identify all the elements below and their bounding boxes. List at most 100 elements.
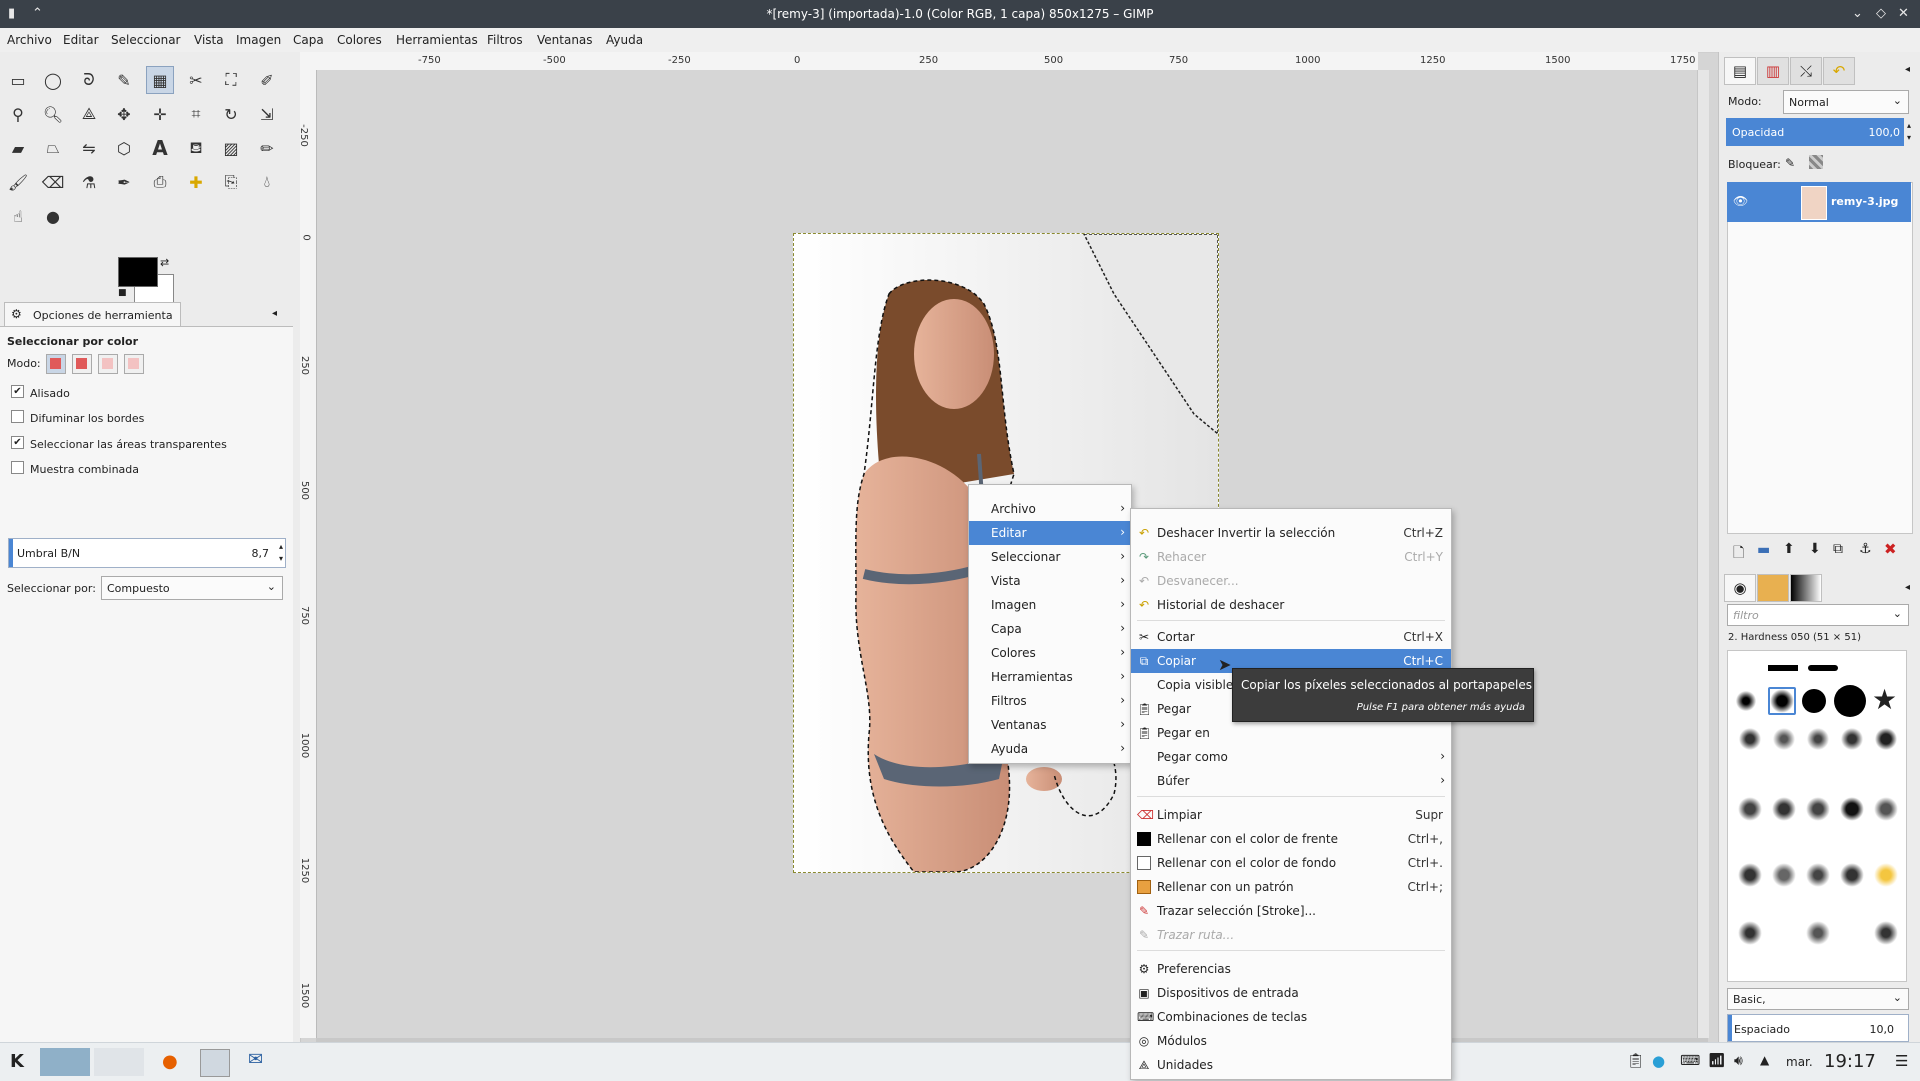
layer-row[interactable]: 👁︎ remy-3.jpg <box>1727 182 1911 222</box>
heal-icon[interactable]: ✚ <box>182 168 210 196</box>
keyboard-icon[interactable]: ⌨ <box>1680 1053 1700 1069</box>
ctx-ayuda[interactable]: Ayuda › <box>969 737 1131 761</box>
brush-item[interactable] <box>1840 727 1864 751</box>
brush-item[interactable] <box>1874 863 1898 887</box>
menu-ventanas[interactable]: Ventanas <box>537 33 593 47</box>
scissors-icon[interactable]: ✂ <box>182 66 210 94</box>
edit-undo-history[interactable]: ↶ Historial de deshacer <box>1131 593 1451 617</box>
edit-clear[interactable]: ⌫ Limpiar Supr <box>1131 803 1451 827</box>
smudge-icon[interactable]: ☝ <box>4 202 32 230</box>
mode-subtract-button[interactable] <box>98 354 118 374</box>
shear-icon[interactable]: ▰ <box>4 134 32 162</box>
ellipse-select-icon[interactable]: ◯ <box>39 66 67 94</box>
anchor-icon[interactable]: ⚓ <box>1859 541 1872 557</box>
mode-replace-button[interactable] <box>46 354 66 374</box>
tab-patterns[interactable] <box>1757 574 1789 602</box>
perspective-clone-icon[interactable]: ⎘ <box>217 168 245 196</box>
menu-herramientas[interactable]: Herramientas <box>396 33 478 47</box>
ctx-colores[interactable]: Colores › <box>969 641 1131 665</box>
pencil-icon[interactable]: ✏ <box>253 134 281 162</box>
menu-seleccionar[interactable]: Seleccionar <box>111 33 180 47</box>
tab-channels[interactable]: ▥ <box>1757 57 1789 85</box>
rect-select-icon[interactable]: ▭ <box>4 66 32 94</box>
menu-editar[interactable]: Editar <box>63 33 99 47</box>
cage-icon[interactable]: ⬡ <box>110 134 138 162</box>
brush-item[interactable] <box>1738 727 1762 751</box>
volume-icon[interactable]: 🔊︎ <box>1734 1053 1743 1069</box>
edit-modules[interactable]: ◎ Módulos <box>1131 1029 1451 1053</box>
ink-icon[interactable]: ✒ <box>110 168 138 196</box>
edit-cut[interactable]: ✂ Cortar Ctrl+X <box>1131 625 1451 649</box>
edit-input-devices[interactable]: ▣ Dispositivos de entrada <box>1131 981 1451 1005</box>
measure-icon[interactable]: ⟁ <box>75 100 103 128</box>
zoom-icon[interactable]: 🔍︎ <box>39 100 67 128</box>
desktop-pager-1[interactable] <box>40 1048 90 1076</box>
brush-item[interactable] <box>1840 863 1864 887</box>
feather-checkbox[interactable] <box>11 410 24 423</box>
select-by-combo[interactable]: Compuesto ⌄ <box>101 576 283 600</box>
threshold-spinner[interactable]: Umbral B/N 8,7 ▴ ▾ <box>8 538 286 568</box>
edit-fade[interactable]: ↶ Desvanecer... <box>1131 569 1451 593</box>
ctx-capa[interactable]: Capa › <box>969 617 1131 641</box>
clock-time[interactable]: 19:17 <box>1824 1051 1876 1072</box>
tab-brushes[interactable]: ◉ <box>1724 574 1756 602</box>
brush-item[interactable] <box>1768 687 1796 715</box>
foreground-color[interactable] <box>118 257 158 287</box>
edit-buffer[interactable]: Búfer › <box>1131 769 1451 793</box>
raise-layer-icon[interactable]: ⬆ <box>1783 541 1795 557</box>
brush-item[interactable] <box>1808 665 1838 671</box>
brush-item[interactable] <box>1806 797 1830 821</box>
tab-paths[interactable]: ⤯ <box>1790 57 1822 85</box>
brush-item[interactable] <box>1806 863 1830 887</box>
edit-fill-bg[interactable]: Rellenar con el color de fondo Ctrl+. <box>1131 851 1451 875</box>
lower-layer-icon[interactable]: ⬇ <box>1809 541 1821 557</box>
brush-item[interactable] <box>1834 685 1866 717</box>
rotate-icon[interactable]: ↻ <box>217 100 245 128</box>
edit-keyboard-shortcuts[interactable]: ⌨ Combinaciones de teclas <box>1131 1005 1451 1029</box>
star-brush-icon[interactable]: ★ <box>1872 683 1897 716</box>
foreground-select-icon[interactable]: ⛶ <box>217 66 245 94</box>
minimize-icon[interactable]: ⌄ <box>1852 6 1863 21</box>
configure-tab-icon[interactable]: ◂ <box>272 308 277 319</box>
menu-icon[interactable]: ☰ <box>1895 1052 1908 1070</box>
layer-mode-combo[interactable]: Normal ⌄ <box>1783 90 1909 114</box>
ctx-herramientas[interactable]: Herramientas › <box>969 665 1131 689</box>
color-picker-icon[interactable]: ⚲ <box>4 100 32 128</box>
ctx-ventanas[interactable]: Ventanas › <box>969 713 1131 737</box>
mode-intersect-button[interactable] <box>124 354 144 374</box>
brush-item[interactable] <box>1738 921 1762 945</box>
crop-icon[interactable]: ⌗ <box>182 100 210 128</box>
ctx-imagen[interactable]: Imagen › <box>969 593 1131 617</box>
paintbrush-icon[interactable]: 🖌︎ <box>4 168 32 196</box>
brush-filter-input[interactable]: filtro ⌄ <box>1727 604 1909 626</box>
tray-expand-icon[interactable]: ▲ <box>1760 1053 1769 1067</box>
merged-checkbox[interactable] <box>11 461 24 474</box>
edit-stroke-selection[interactable]: ✎ Trazar selección [Stroke]... <box>1131 899 1451 923</box>
clipboard-icon[interactable]: 📋︎ <box>1627 1053 1645 1069</box>
menu-imagen[interactable]: Imagen <box>236 33 281 47</box>
edit-paste-as[interactable]: Pegar como › <box>1131 745 1451 769</box>
tab-gradients[interactable] <box>1790 574 1822 602</box>
clone-icon[interactable]: ⎙ <box>146 168 174 196</box>
duplicate-layer-icon[interactable]: ⧉ <box>1833 541 1843 557</box>
ctx-vista[interactable]: Vista › <box>969 569 1131 593</box>
close-icon[interactable]: ✕ <box>1898 6 1909 21</box>
delete-layer-icon[interactable]: ✖ <box>1884 540 1897 558</box>
desktop-pager-2[interactable] <box>94 1048 144 1076</box>
edit-redo[interactable]: ↷ Rehacer Ctrl+Y <box>1131 545 1451 569</box>
eye-icon[interactable]: 👁︎ <box>1733 194 1748 208</box>
vertical-scrollbar[interactable] <box>1697 70 1709 1038</box>
brush-item[interactable] <box>1802 689 1826 713</box>
lasso-icon[interactable]: ᘐ <box>75 66 103 94</box>
ctx-filtros[interactable]: Filtros › <box>969 689 1131 713</box>
bucket-fill-icon[interactable]: ⛾ <box>182 134 210 162</box>
eraser-icon[interactable]: ⌫ <box>39 168 67 196</box>
brush-item[interactable] <box>1874 797 1898 821</box>
spinner-arrows-icon[interactable]: ▴ ▾ <box>1907 120 1911 144</box>
default-colors-icon[interactable]: ■ <box>118 288 127 298</box>
menu-filtros[interactable]: Filtros <box>487 33 523 47</box>
maximize-icon[interactable]: ◇ <box>1876 6 1886 21</box>
menu-colores[interactable]: Colores <box>337 33 382 47</box>
paths-icon[interactable]: ✐ <box>253 66 281 94</box>
tab-layers[interactable]: ▤ <box>1724 57 1756 85</box>
